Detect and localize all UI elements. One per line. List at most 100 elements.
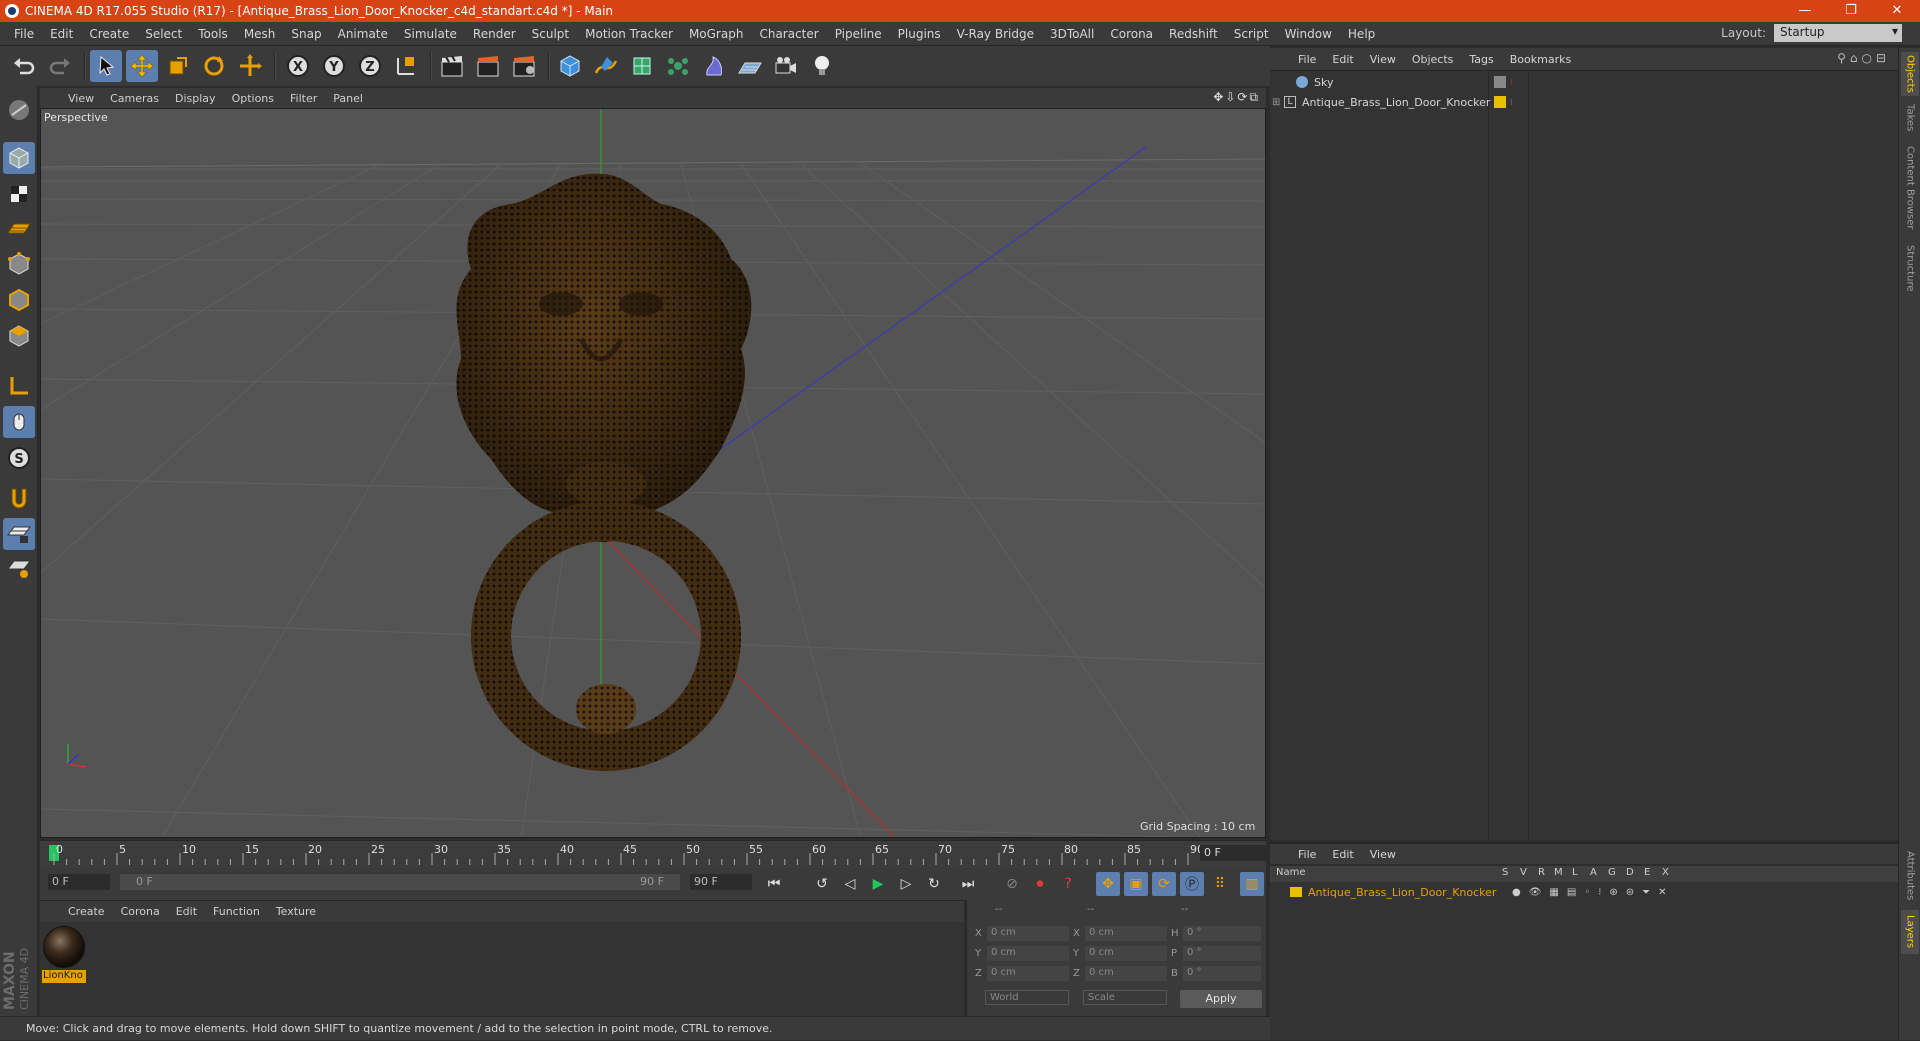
menu-help[interactable]: Help — [1340, 27, 1383, 41]
viewport-menu-panel[interactable]: Panel — [325, 92, 371, 105]
material-menu-texture[interactable]: Texture — [268, 905, 324, 918]
size-z-field[interactable]: 0 cm — [1085, 966, 1167, 981]
live-selection-tool[interactable] — [90, 50, 122, 82]
om-menu-edit[interactable]: Edit — [1324, 53, 1361, 66]
next-key-button[interactable]: ↻ — [922, 872, 946, 896]
end-frame-field[interactable]: 90 F — [690, 874, 752, 890]
rotate-tool[interactable] — [198, 50, 230, 82]
previous-frame-button[interactable]: ◁ — [838, 872, 862, 896]
size-x-field[interactable]: 0 cm — [1085, 926, 1167, 941]
tab-layers[interactable]: Layers — [1901, 910, 1919, 954]
object-row-door-knocker[interactable]: ⊞ L Antique_Brass_Lion_Door_Knocker ⁝ — [1272, 93, 1892, 111]
tweak-mode-button[interactable] — [3, 406, 35, 438]
go-to-end-button[interactable]: ⏭ — [956, 872, 980, 896]
previous-key-button[interactable]: ↺ — [810, 872, 834, 896]
add-spline-button[interactable] — [590, 50, 622, 82]
move-tool[interactable] — [126, 50, 158, 82]
add-camera-button[interactable] — [770, 50, 802, 82]
minimize-button[interactable]: — — [1782, 0, 1828, 22]
close-button[interactable]: ✕ — [1874, 0, 1920, 22]
menu-file[interactable]: File — [6, 27, 42, 41]
menu-animate[interactable]: Animate — [330, 27, 396, 41]
layer-row[interactable]: Antique_Brass_Lion_Door_Knocker ●👁▦▤◦⁝⊛⊜… — [1276, 884, 1876, 900]
planar-workplane-button[interactable] — [3, 552, 35, 584]
snapping-button[interactable] — [3, 480, 35, 512]
key-parameter-button[interactable]: Ⓟ — [1180, 872, 1204, 896]
menu-tools[interactable]: Tools — [190, 27, 236, 41]
rotation-h-field[interactable]: 0 ° — [1183, 926, 1261, 941]
apply-button[interactable]: Apply — [1180, 990, 1262, 1008]
polygons-mode-button[interactable] — [3, 320, 35, 352]
coordinate-space-dropdown[interactable]: World — [985, 990, 1069, 1005]
key-position-button[interactable]: ✥ — [1096, 872, 1120, 896]
menu-snap[interactable]: Snap — [283, 27, 329, 41]
menu-redshift[interactable]: Redshift — [1161, 27, 1226, 41]
render-picture-viewer-button[interactable] — [472, 50, 504, 82]
key-rotation-button[interactable]: ⟳ — [1152, 872, 1176, 896]
timeline-ruler[interactable]: 0 5 10 15 20 25 30 35 40 45 50 55 60 65 70 75 80 85 90 — [40, 840, 1266, 868]
model-mode-button[interactable] — [3, 142, 35, 174]
lm-menu-edit[interactable]: Edit — [1324, 848, 1361, 861]
om-menu-view[interactable]: View — [1362, 53, 1404, 66]
axis-mode-button[interactable] — [3, 370, 35, 402]
add-subdivision-button[interactable] — [626, 50, 658, 82]
size-y-field[interactable]: 0 cm — [1085, 946, 1167, 961]
material-menu-edit[interactable]: Edit — [168, 905, 205, 918]
menu-window[interactable]: Window — [1277, 27, 1340, 41]
om-menu-tags[interactable]: Tags — [1461, 53, 1501, 66]
perspective-viewport[interactable] — [40, 108, 1266, 838]
expand-toggle-icon[interactable]: ⊞ — [1272, 97, 1284, 108]
layout-dropdown[interactable]: Startup — [1774, 24, 1902, 42]
next-frame-button[interactable]: ▷ — [894, 872, 918, 896]
om-menu-bookmarks[interactable]: Bookmarks — [1502, 53, 1579, 66]
viewport-menu-view[interactable]: View — [60, 92, 102, 105]
solo-mode-button[interactable]: S — [3, 442, 35, 474]
add-light-button[interactable] — [806, 50, 838, 82]
viewport-menu-display[interactable]: Display — [167, 92, 224, 105]
add-mograph-button[interactable] — [662, 50, 694, 82]
record-button[interactable]: ⏺ — [1028, 872, 1052, 896]
undo-button[interactable] — [8, 50, 40, 82]
menu-mograph[interactable]: MoGraph — [681, 27, 752, 41]
om-menu-objects[interactable]: Objects — [1404, 53, 1462, 66]
menu-edit[interactable]: Edit — [42, 27, 81, 41]
menu-sculpt[interactable]: Sculpt — [524, 27, 577, 41]
texture-mode-button[interactable] — [3, 178, 35, 210]
points-mode-button[interactable] — [3, 248, 35, 280]
edges-mode-button[interactable] — [3, 284, 35, 316]
material-menu-create[interactable]: Create — [60, 905, 113, 918]
viewport-menu-filter[interactable]: Filter — [282, 92, 325, 105]
play-button[interactable]: ▶ — [866, 872, 890, 896]
menu-3dtoall[interactable]: 3DToAll — [1042, 27, 1102, 41]
transform-tool[interactable] — [234, 50, 266, 82]
menu-render[interactable]: Render — [465, 27, 524, 41]
position-x-field[interactable]: 0 cm — [987, 926, 1069, 941]
locked-workplane-button[interactable] — [3, 518, 35, 550]
rotation-b-field[interactable]: 0 ° — [1183, 966, 1261, 981]
redo-button[interactable] — [44, 50, 76, 82]
menu-mesh[interactable]: Mesh — [236, 27, 284, 41]
start-frame-field[interactable]: 0 F — [48, 874, 110, 890]
tab-takes[interactable]: Takes — [1901, 100, 1919, 136]
render-settings-button[interactable] — [508, 50, 540, 82]
add-deformer-button[interactable] — [698, 50, 730, 82]
material-menu-corona[interactable]: Corona — [113, 905, 168, 918]
frame-range-slider[interactable]: 0 F 90 F — [120, 874, 680, 890]
tab-structure[interactable]: Structure — [1901, 240, 1919, 296]
timeline-window-button[interactable]: ▥ — [1240, 872, 1264, 896]
add-cube-button[interactable] — [554, 50, 586, 82]
add-scene-button[interactable] — [734, 50, 766, 82]
menu-corona[interactable]: Corona — [1102, 27, 1161, 41]
menu-plugins[interactable]: Plugins — [890, 27, 949, 41]
make-editable-button[interactable] — [3, 94, 35, 126]
rotation-p-field[interactable]: 0 ° — [1183, 946, 1261, 961]
go-to-start-button[interactable]: ⏮ — [762, 872, 786, 896]
z-axis-lock-button[interactable]: Z — [354, 50, 386, 82]
viewport-menu-cameras[interactable]: Cameras — [102, 92, 167, 105]
menu-script[interactable]: Script — [1226, 27, 1277, 41]
y-axis-lock-button[interactable]: Y — [318, 50, 350, 82]
material-menu-function[interactable]: Function — [205, 905, 268, 918]
menu-create[interactable]: Create — [81, 27, 137, 41]
position-y-field[interactable]: 0 cm — [987, 946, 1069, 961]
menu-simulate[interactable]: Simulate — [396, 27, 465, 41]
